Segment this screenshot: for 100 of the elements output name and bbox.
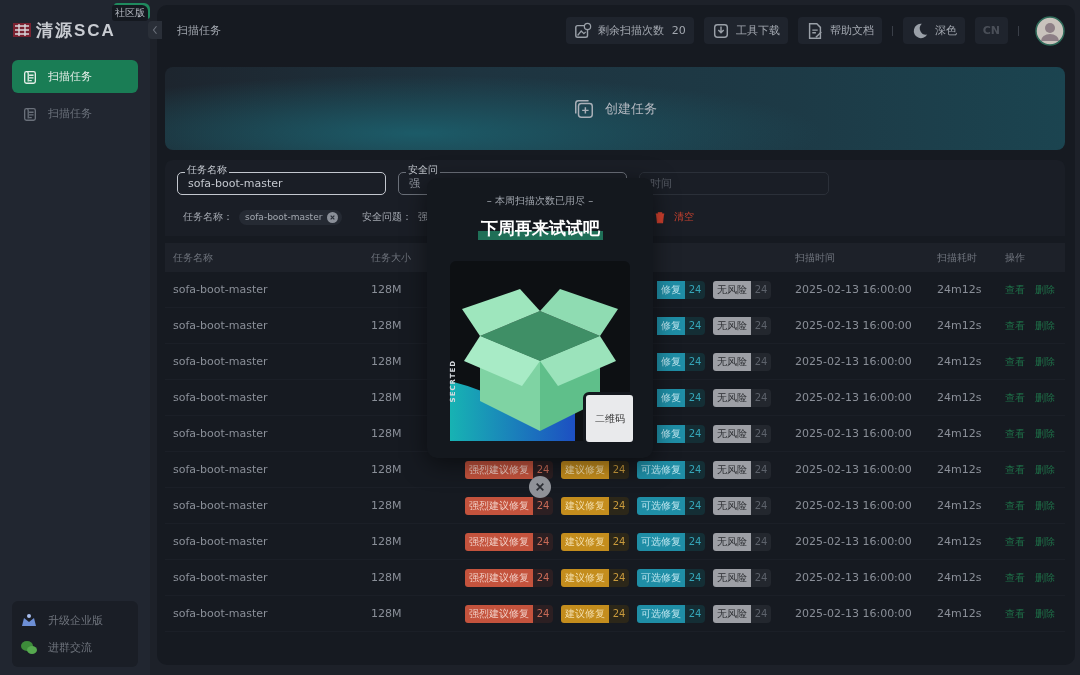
row-action-link[interactable]: 查看 (1005, 426, 1025, 441)
severity-count: 24 (533, 496, 553, 515)
toolbar-button[interactable]: 工具下载 (703, 17, 788, 44)
severity-count: 24 (685, 316, 705, 335)
severity-tag: 强烈建议修复 (465, 460, 533, 479)
close-icon[interactable] (327, 211, 339, 223)
severity-count: 24 (685, 460, 705, 479)
severity-count: 24 (685, 424, 705, 443)
row-action-link[interactable]: 删除 (1035, 390, 1055, 405)
table-cell-text: 24m12s (937, 463, 983, 476)
page-title: 扫描任务 (177, 23, 221, 38)
collapse-button[interactable] (148, 21, 162, 39)
toolbar-button[interactable]: 帮助文档 (797, 17, 882, 44)
severity-count: 24 (685, 496, 705, 515)
clear-button[interactable]: 清空 (654, 210, 695, 224)
create-task-banner[interactable]: 创建任务 (165, 67, 1065, 150)
severity-tag: 强烈建议修复 (465, 532, 533, 551)
row-action-link[interactable]: 删除 (1035, 282, 1055, 297)
table-cell-text: 2025-02-13 16:00:00 (795, 427, 913, 440)
table-cell-text: 128M (371, 607, 403, 620)
nav-item[interactable]: 扫描任务 (12, 60, 138, 93)
nav-item[interactable]: 扫描任务 (12, 97, 138, 130)
table-cell-text: sofa-boot-master (173, 319, 269, 332)
severity-count: 24 (533, 532, 553, 551)
row-action-link[interactable]: 删除 (1035, 606, 1055, 621)
row-action-link[interactable]: 查看 (1005, 390, 1025, 405)
row-action-link[interactable]: 查看 (1005, 282, 1025, 297)
sidebar-footer-item[interactable]: 升级企业版 (12, 607, 138, 634)
severity-tag: 无风险 (713, 604, 751, 623)
column-header: 任务大小 (371, 250, 412, 265)
table-cell-text: sofa-boot-master (173, 535, 269, 548)
severity-tag: 建议修复 (561, 460, 609, 479)
table-cell-text: 24m12s (937, 283, 983, 296)
severity-tag: 修复 (657, 424, 685, 443)
row-action-link[interactable]: 删除 (1035, 498, 1055, 513)
table-cell-text: sofa-boot-master (173, 391, 269, 404)
close-icon (535, 482, 545, 492)
severity-tag: 可选修复 (637, 568, 685, 587)
table-cell-text: 2025-02-13 16:00:00 (795, 571, 913, 584)
severity-count: 24 (751, 316, 771, 335)
column-header: 扫描时间 (795, 250, 836, 265)
table-cell-text: 2025-02-13 16:00:00 (795, 607, 913, 620)
severity-count: 24 (751, 388, 771, 407)
qr-code-card: 二维码 (583, 392, 636, 445)
table-cell-text: 24m12s (937, 427, 983, 440)
table-cell-text: 128M (371, 463, 403, 476)
table-cell-text: 2025-02-13 16:00:00 (795, 319, 913, 332)
severity-tag: 无风险 (713, 280, 751, 299)
row-action-link[interactable]: 查看 (1005, 354, 1025, 369)
table-cell-text: 128M (371, 535, 403, 548)
toolbar-button[interactable]: 深色 (902, 17, 965, 44)
severity-tag: 修复 (657, 388, 685, 407)
trash-icon (654, 210, 667, 224)
edition-badge: 社区版 (112, 5, 148, 21)
filter-label: 安全问题： (362, 210, 413, 224)
table-cell-text: 128M (371, 283, 403, 296)
table-cell-text: 2025-02-13 16:00:00 (795, 499, 913, 512)
severity-tag: 无风险 (713, 352, 751, 371)
row-action-link[interactable]: 删除 (1035, 462, 1055, 477)
severity-tag: 无风险 (713, 424, 751, 443)
sidebar-footer-item[interactable]: 进群交流 (12, 634, 138, 661)
column-header: 操作 (1005, 250, 1026, 265)
row-action-link[interactable]: 查看 (1005, 318, 1025, 333)
severity-tag: 无风险 (713, 532, 751, 551)
table-cell-text: 24m12s (937, 355, 983, 368)
severity-tag: 强烈建议修复 (465, 496, 533, 515)
severity-count: 24 (609, 568, 629, 587)
severity-count: 24 (685, 568, 705, 587)
table-cell-text: sofa-boot-master (173, 427, 269, 440)
row-action-link[interactable]: 查看 (1005, 462, 1025, 477)
banner-label: 创建任务 (605, 99, 657, 118)
image-clock-icon (573, 21, 592, 40)
table-cell-text: sofa-boot-master (173, 463, 269, 476)
row-action-link[interactable]: 删除 (1035, 318, 1055, 333)
row-action-link[interactable]: 查看 (1005, 498, 1025, 513)
severity-count: 24 (609, 604, 629, 623)
toolbar-button[interactable]: 剩余扫描次数 20 (565, 17, 694, 44)
row-action-link[interactable]: 删除 (1035, 534, 1055, 549)
table-cell-text: 24m12s (937, 607, 983, 620)
table-cell-text: 2025-02-13 16:00:00 (795, 391, 913, 404)
severity-tag: 可选修复 (637, 532, 685, 551)
row-action-link[interactable]: 删除 (1035, 426, 1055, 441)
row-action-link[interactable]: 删除 (1035, 354, 1055, 369)
severity-tag: 可选修复 (637, 460, 685, 479)
row-action-link[interactable]: 查看 (1005, 534, 1025, 549)
severity-count: 24 (751, 460, 771, 479)
scroll-icon (22, 68, 38, 85)
filter-chip[interactable]: sofa-boot-master (239, 209, 343, 225)
avatar[interactable] (1035, 15, 1065, 46)
row-action-link[interactable]: 查看 (1005, 570, 1025, 585)
severity-count: 24 (533, 604, 553, 623)
table-cell-text: sofa-boot-master (173, 283, 269, 296)
severity-tag: 无风险 (713, 388, 751, 407)
row-action-link[interactable]: 删除 (1035, 570, 1055, 585)
table-cell-text: sofa-boot-master (173, 607, 269, 620)
table-cell-text: 128M (371, 571, 403, 584)
row-action-link[interactable]: 查看 (1005, 606, 1025, 621)
severity-count: 24 (751, 352, 771, 371)
table-cell-text: 24m12s (937, 499, 983, 512)
severity-tag: 修复 (657, 280, 685, 299)
